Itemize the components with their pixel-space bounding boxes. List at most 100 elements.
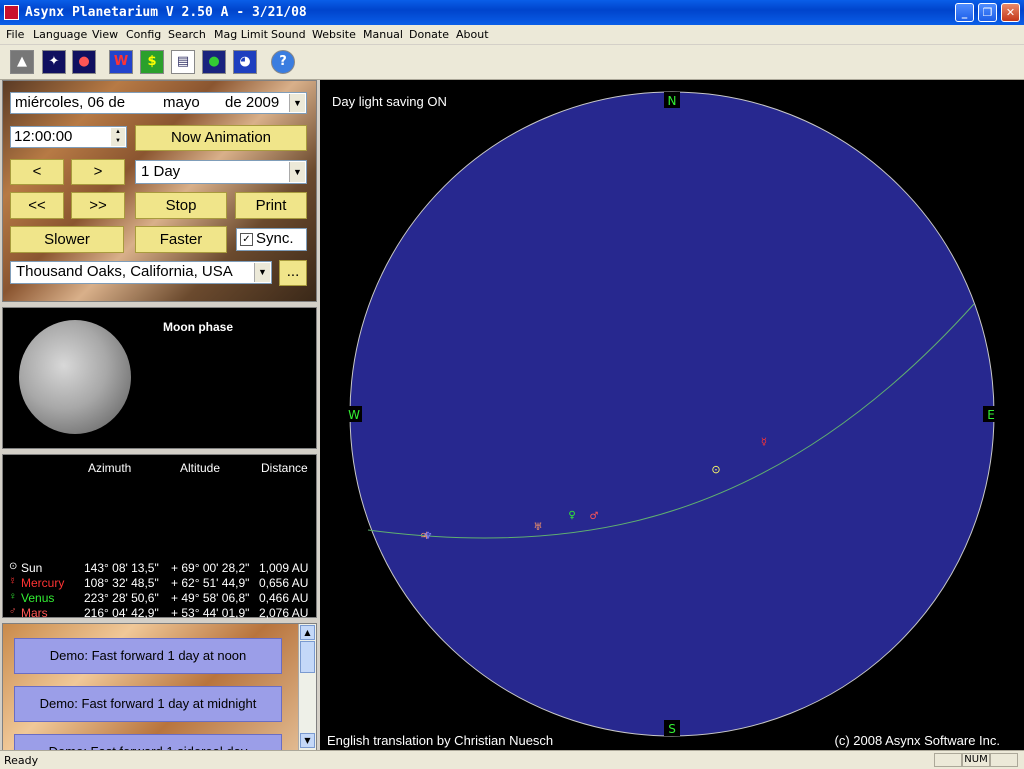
planet-altitude: + 53° 44' 01,9" [171,606,250,620]
ephemeris-row: ☿ Mercury 108° 32' 48,5" + 62° 51' 44,9" 0,6… [3,576,316,591]
date-year: de 2009 [225,94,280,111]
south-label: S [668,722,676,736]
demo-sidereal-button[interactable]: Demo: Fast forward 1 sidereal day [14,734,282,750]
scroll-thumb[interactable] [300,641,315,673]
spin-up-icon[interactable]: ▲ [111,128,125,137]
ephemeris-row: ♀ Venus 223° 28' 50,6" + 49° 58' 06,8" 0,466… [3,591,316,606]
daylight-saving-text: Day light saving ON [332,94,447,109]
menu-manual[interactable]: Manual [363,28,403,41]
status-text: Ready [4,754,39,767]
planet-azimuth: 143° 08' 13,5" [84,561,159,575]
demo-list: Demo: Fast forward 1 day at noon Demo: F… [2,623,317,751]
title-bar: Asynx Planetarium V 2.50 A - 3/21/08 _ ❐… [0,0,1024,25]
ephemeris-row: ♂ Mars 216° 04' 42,9" + 53° 44' 01,9" 2,076 … [3,606,316,621]
time-value: 12:00:00 [14,128,73,145]
app-icon[interactable] [4,5,19,20]
step-size-select[interactable]: 1 Day ▼ [135,160,307,184]
document-icon[interactable]: ▤ [171,50,195,74]
planet-symbol-icon: ♂ [9,606,17,617]
stop-button[interactable]: Stop [135,192,227,219]
location-select[interactable]: Thousand Oaks, California, USA ▼ [10,261,272,284]
chevron-down-icon[interactable]: ▼ [254,263,270,282]
date-weekday: miércoles, 06 de [15,94,126,111]
date-month: mayo [163,94,200,111]
constellation-icon[interactable]: ✦ [42,50,66,74]
faster-button[interactable]: Faster [135,226,227,253]
menu-mag-limit[interactable]: Mag Limit [214,28,268,41]
menu-file[interactable]: File [6,28,24,41]
telescope-icon[interactable]: ▲ [10,50,34,74]
planet-distance: 1,009 AU [259,561,309,575]
planets-icon[interactable]: ● [72,50,96,74]
print-button[interactable]: Print [235,192,307,219]
sky-chart[interactable]: ☿⊙♀ ♂♅♃♆ N S W E Day light saving ON Engl… [320,80,1024,750]
chevron-down-icon[interactable]: ▼ [289,94,305,112]
menu-language[interactable]: Language [33,28,87,41]
status-panel-scrl [990,753,1018,767]
maximize-button[interactable]: ❐ [978,3,997,22]
menu-search[interactable]: Search [168,28,206,41]
planet-name: Venus [21,591,55,605]
help-icon[interactable]: ? [271,50,295,74]
slower-button[interactable]: Slower [10,226,124,253]
menu-sound[interactable]: Sound [271,28,306,41]
demo-midnight-button[interactable]: Demo: Fast forward 1 day at midnight [14,686,282,722]
planet-symbol-icon: ⊙ [9,561,18,572]
planet-symbol-icon: ♀ [9,591,17,602]
menu-view[interactable]: View [92,28,118,41]
demo-noon-button[interactable]: Demo: Fast forward 1 day at noon [14,638,282,674]
menu-donate[interactable]: Donate [409,28,449,41]
menu-about[interactable]: About [456,28,489,41]
scroll-up-icon[interactable]: ▲ [300,625,315,640]
planet-azimuth: 223° 28' 50,6" [84,591,159,605]
now-animation-button[interactable]: Now Animation [135,125,307,151]
planet-marker-neptune[interactable]: ♆ [424,531,433,542]
planet-altitude: + 69° 00' 28,2" [171,561,250,575]
planet-altitude: + 49° 58' 06,8" [171,591,250,605]
toolbar: ▲ ✦ ● W $ ▤ ● ◕ ? [0,45,1024,80]
left-panel: miércoles, 06 de mayo de 2009 ▼ 12:00:00… [0,80,318,751]
location-more-button[interactable]: ... [279,260,307,286]
planet-symbol-icon: ☿ [9,576,17,587]
minimize-button[interactable]: _ [955,3,974,22]
scroll-down-icon[interactable]: ▼ [300,733,315,748]
fast-back-button[interactable]: << [10,192,64,219]
close-button[interactable]: ✕ [1001,3,1020,22]
dollar-icon[interactable]: $ [140,50,164,74]
step-back-button[interactable]: < [10,159,64,185]
planet-marker-uranus[interactable]: ♅ [534,522,543,533]
fast-forward-button[interactable]: >> [71,192,125,219]
planet-altitude: + 62° 51' 44,9" [171,576,250,590]
moon-phase-image [19,320,131,434]
translation-credit: English translation by Christian Nuesch [327,733,553,748]
planet-marker-venus[interactable]: ♀ [568,510,575,521]
step-size-value: 1 Day [141,163,181,180]
globe-icon[interactable]: ● [202,50,226,74]
demo-scrollbar[interactable]: ▲ ▼ [298,624,316,750]
chevron-down-icon[interactable]: ▼ [289,162,305,182]
time-field[interactable]: 12:00:00 ▲ ▼ [10,126,127,148]
planet-marker-mars[interactable]: ♂ [590,511,599,522]
planet-marker-mercury[interactable]: ☿ [761,437,767,448]
sync-checkbox[interactable]: ✓ Sync. [236,228,307,251]
sky-dome[interactable] [349,91,995,737]
planet-name: Mars [21,606,48,620]
w-icon[interactable]: W [109,50,133,74]
planet-distance: 0,466 AU [259,591,309,605]
sync-label: Sync. [256,230,294,247]
checkbox-check-icon[interactable]: ✓ [240,233,253,246]
date-select[interactable]: miércoles, 06 de mayo de 2009 ▼ [10,92,307,114]
status-panel-num: NUM [962,753,990,767]
location-value: Thousand Oaks, California, USA [16,263,233,280]
menu-website[interactable]: Website [312,28,356,41]
planet-name: Mercury [21,576,65,590]
ephemeris-row: ⊙ Sun 143° 08' 13,5" + 69° 00' 28,2" 1,009 A… [3,561,316,576]
menu-config[interactable]: Config [126,28,161,41]
logo-icon[interactable]: ◕ [233,50,257,74]
spin-down-icon[interactable]: ▼ [111,137,125,146]
control-panel: miércoles, 06 de mayo de 2009 ▼ 12:00:00… [2,80,317,302]
step-forward-button[interactable]: > [71,159,125,185]
planet-marker-sun[interactable]: ⊙ [711,463,720,476]
sky-view[interactable]: ☿ ⊙ ♀ ♂ ♅ ♃ ♆ N S W E Day light saving ON Engl… [320,80,1024,750]
moon-phase-panel: Moon phase [2,307,317,449]
